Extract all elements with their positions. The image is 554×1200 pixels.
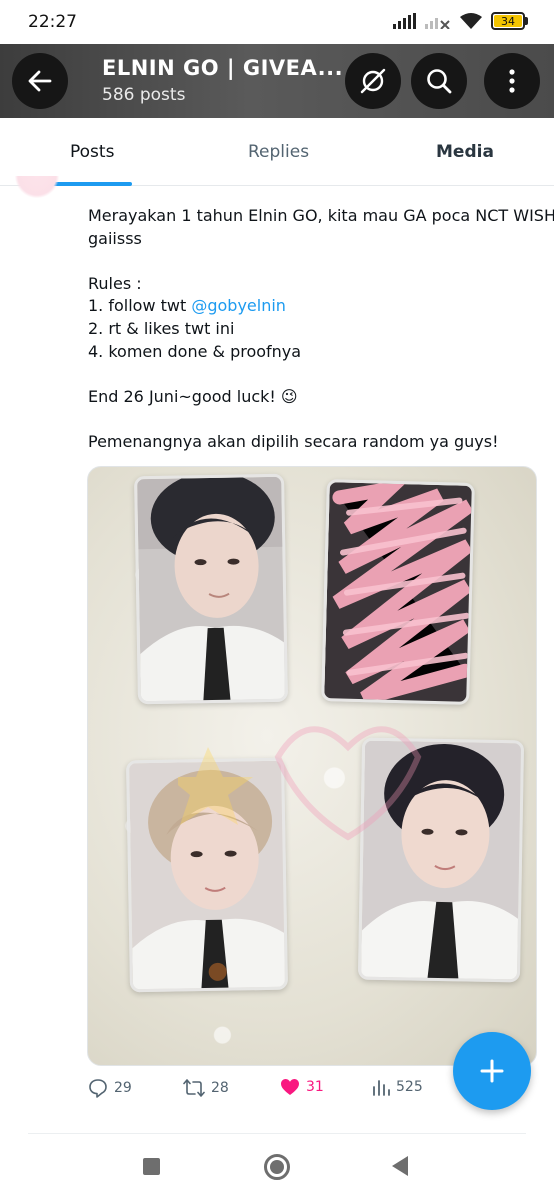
- search-button[interactable]: [411, 53, 467, 109]
- post-line: Merayakan 1 tahun Elnin GO, kita mau GA …: [88, 206, 554, 225]
- rule-text: 1. follow twt: [88, 296, 192, 316]
- more-button[interactable]: [484, 53, 540, 109]
- status-time: 22:27: [28, 12, 77, 32]
- rule-item: 4. komen done & proofnya: [88, 341, 302, 361]
- wifi-icon: [460, 13, 482, 29]
- recents-icon[interactable]: [143, 1158, 160, 1175]
- battery-icon: 34: [491, 12, 528, 30]
- arrow-left-icon: [28, 70, 52, 92]
- tab-posts[interactable]: Posts: [70, 142, 114, 162]
- end-date-text: End 26 Juni~good luck! 😉: [88, 386, 298, 406]
- avatar-edge: [14, 176, 60, 198]
- photocard-top-right-censored: [321, 479, 475, 705]
- profile-title: ELNIN GO | GIVEA...: [102, 56, 344, 80]
- repost-icon: [183, 1079, 205, 1097]
- rule-item: 2. rt & likes twt ini: [88, 318, 235, 338]
- tab-replies[interactable]: Replies: [248, 142, 309, 162]
- home-icon[interactable]: [264, 1154, 290, 1180]
- view-count: 525: [396, 1079, 423, 1095]
- views-button[interactable]: 525: [372, 1078, 423, 1096]
- more-vertical-icon: [509, 69, 515, 93]
- watermark-logo: [178, 726, 422, 841]
- plus-icon: [480, 1059, 504, 1083]
- rule-item: 1. follow twt @gobyelnin: [88, 295, 536, 318]
- search-icon: [427, 69, 452, 94]
- reply-button[interactable]: 29: [88, 1078, 132, 1098]
- heart-icon: [281, 1079, 299, 1095]
- post-media-image[interactable]: [87, 466, 537, 1066]
- grok-icon: [360, 68, 386, 94]
- reply-count: 29: [114, 1080, 132, 1096]
- status-bar: 22:27 34: [0, 0, 554, 44]
- system-nav-bar: [0, 1134, 554, 1200]
- reply-icon: [89, 1079, 107, 1098]
- mention-link[interactable]: @gobyelnin: [191, 296, 286, 315]
- views-icon: [373, 1080, 390, 1096]
- like-count: 31: [306, 1079, 324, 1095]
- tab-media[interactable]: Media: [436, 142, 494, 162]
- post-count: 586 posts: [102, 85, 186, 105]
- no-signal-icon: [425, 18, 450, 29]
- post-text: Merayakan 1 tahun Elnin GO, kita mau GA …: [88, 205, 554, 454]
- profile-tabs: Posts Replies Media: [0, 118, 554, 186]
- like-button[interactable]: 31: [280, 1078, 324, 1096]
- compose-button[interactable]: [453, 1032, 531, 1110]
- battery-level: 34: [494, 15, 522, 28]
- grok-button[interactable]: [345, 53, 401, 109]
- system-back-icon[interactable]: [392, 1156, 408, 1176]
- photocard-top-left: [134, 473, 288, 705]
- profile-header: ELNIN GO | GIVEA... 586 posts: [0, 44, 554, 118]
- repost-count: 28: [211, 1080, 229, 1096]
- repost-button[interactable]: 28: [183, 1078, 229, 1098]
- back-button[interactable]: [12, 53, 68, 109]
- active-tab-indicator: [52, 182, 132, 186]
- rules-title: Rules :: [88, 273, 142, 293]
- signal-icon: [393, 13, 416, 29]
- post-line: gaiisss: [88, 228, 142, 248]
- closing-text: Pemenangnya akan dipilih secara random y…: [88, 431, 499, 451]
- status-icons: 34: [393, 12, 528, 30]
